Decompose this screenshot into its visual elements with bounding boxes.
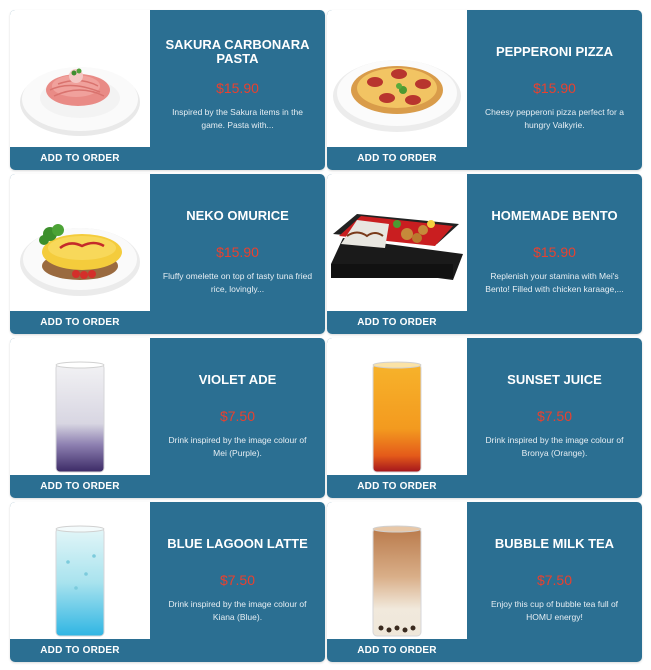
item-title: SUNSET JUICE — [507, 372, 602, 387]
menu-card-homemade-bento: ADD TO ORDER HOMEMADE BENTO $15.90 Reple… — [327, 174, 642, 334]
menu-card-sunset-juice: ADD TO ORDER SUNSET JUICE $7.50 Drink in… — [327, 338, 642, 498]
card-info-panel: BUBBLE MILK TEA $7.50 Enjoy this cup of … — [467, 502, 642, 662]
card-image-column: ADD TO ORDER — [10, 10, 150, 170]
pasta-plate-image — [10, 10, 150, 147]
item-price: $7.50 — [219, 572, 256, 588]
item-description: Fluffy omelette on top of tasty tuna fri… — [162, 271, 313, 294]
milk-tea-image — [327, 502, 467, 639]
item-price: $15.90 — [533, 244, 576, 260]
orange-drink-image — [327, 338, 467, 475]
item-description: Drink inspired by the image colour of Br… — [485, 435, 624, 458]
item-description: Inspired by the Sakura items in the game… — [172, 107, 303, 130]
add-to-order-button[interactable]: ADD TO ORDER — [10, 147, 150, 170]
purple-drink-image — [10, 338, 150, 475]
add-to-order-button[interactable]: ADD TO ORDER — [10, 311, 150, 334]
card-image-column: ADD TO ORDER — [10, 338, 150, 498]
item-price: $15.90 — [533, 80, 576, 96]
card-image-column: ADD TO ORDER — [327, 338, 467, 498]
blue-drink-image — [10, 502, 150, 639]
add-to-order-button[interactable]: ADD TO ORDER — [327, 147, 467, 170]
card-image-column: ADD TO ORDER — [10, 502, 150, 662]
item-title: HOMEMADE BENTO — [491, 208, 618, 223]
item-description: Drink inspired by the image colour of Ki… — [168, 599, 307, 622]
menu-card-sakura-carbonara-pasta: ADD TO ORDER SAKURA CARBONARA PASTA $15.… — [10, 10, 325, 170]
add-to-order-button[interactable]: ADD TO ORDER — [327, 311, 467, 334]
add-to-order-button[interactable]: ADD TO ORDER — [327, 475, 467, 498]
item-description: Enjoy this cup of bubble tea full of HOM… — [490, 599, 619, 622]
card-image-column: ADD TO ORDER — [327, 174, 467, 334]
menu-card-blue-lagoon-latte: ADD TO ORDER BLUE LAGOON LATTE $7.50 Dri… — [10, 502, 325, 662]
item-title: VIOLET ADE — [198, 372, 277, 387]
menu-card-violet-ade: ADD TO ORDER VIOLET ADE $7.50 Drink insp… — [10, 338, 325, 498]
card-image-column: ADD TO ORDER — [327, 502, 467, 662]
item-title: NEKO OMURICE — [186, 208, 289, 223]
menu-card-pepperoni-pizza: ADD TO ORDER PEPPERONI PIZZA $15.90 Chee… — [327, 10, 642, 170]
card-info-panel: NEKO OMURICE $15.90 Fluffy omelette on t… — [150, 174, 325, 334]
menu-card-bubble-milk-tea: ADD TO ORDER BUBBLE MILK TEA $7.50 Enjoy… — [327, 502, 642, 662]
item-description: Replenish your stamina with Mei's Bento!… — [485, 271, 624, 294]
pizza-image — [327, 10, 467, 147]
card-info-panel: SUNSET JUICE $7.50 Drink inspired by the… — [467, 338, 642, 498]
card-info-panel: BLUE LAGOON LATTE $7.50 Drink inspired b… — [150, 502, 325, 662]
card-info-panel: SAKURA CARBONARA PASTA $15.90 Inspired b… — [150, 10, 325, 170]
item-description: Drink inspired by the image colour of Me… — [168, 435, 307, 458]
item-price: $15.90 — [216, 80, 259, 96]
card-image-column: ADD TO ORDER — [327, 10, 467, 170]
add-to-order-button[interactable]: ADD TO ORDER — [327, 639, 467, 662]
bento-box-image — [327, 174, 467, 311]
card-info-panel: HOMEMADE BENTO $15.90 Replenish your sta… — [467, 174, 642, 334]
item-price: $7.50 — [536, 408, 573, 424]
item-price: $7.50 — [536, 572, 573, 588]
item-title: BLUE LAGOON LATTE — [167, 536, 308, 551]
omurice-image — [10, 174, 150, 311]
item-title: BUBBLE MILK TEA — [494, 536, 615, 551]
card-info-panel: VIOLET ADE $7.50 Drink inspired by the i… — [150, 338, 325, 498]
item-title: PEPPERONI PIZZA — [495, 44, 614, 59]
card-image-column: ADD TO ORDER — [10, 174, 150, 334]
item-price: $7.50 — [219, 408, 256, 424]
card-info-panel: PEPPERONI PIZZA $15.90 Cheesy pepperoni … — [467, 10, 642, 170]
add-to-order-button[interactable]: ADD TO ORDER — [10, 639, 150, 662]
item-price: $15.90 — [216, 244, 259, 260]
item-description: Cheesy pepperoni pizza perfect for a hun… — [485, 107, 624, 130]
menu-card-neko-omurice: ADD TO ORDER NEKO OMURICE $15.90 Fluffy … — [10, 174, 325, 334]
add-to-order-button[interactable]: ADD TO ORDER — [10, 475, 150, 498]
item-title: SAKURA CARBONARA PASTA — [165, 37, 310, 66]
